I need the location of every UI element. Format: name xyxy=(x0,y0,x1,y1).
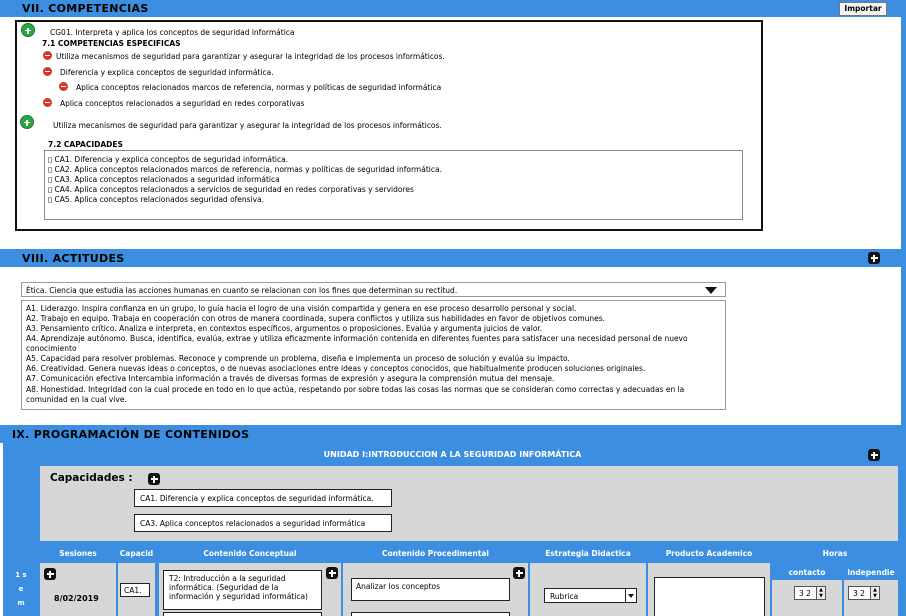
col-estrategia: Estrategia Didactica xyxy=(530,547,646,561)
capacidad-chip-text: CA3. Aplica conceptos relacionados a seg… xyxy=(140,519,366,528)
col-contacto: contacto xyxy=(772,566,842,580)
chevron-down-icon[interactable] xyxy=(705,287,717,294)
remove-item-icon[interactable] xyxy=(43,67,52,76)
actitud-item: A1. Liderazgo. Inspira confianza en un g… xyxy=(26,304,577,313)
semana-label: 1 s e m xyxy=(15,571,27,607)
competencia-item: Diferencia y explica conceptos de seguri… xyxy=(60,68,274,77)
programacion-header: IX. PROGRAMACIÓN DE CONTENIDOS xyxy=(0,425,906,443)
procedimental-field[interactable]: Analizar los conceptos xyxy=(351,578,510,601)
capacidades-title: 7.2 CAPACIDADES xyxy=(48,140,123,149)
competencia-item: Aplica conceptos relacionados marcos de … xyxy=(76,83,442,92)
capacidad-item: ▯ CA5. Aplica conceptos relacionados seg… xyxy=(48,195,265,204)
add-sesion-icon[interactable] xyxy=(44,568,56,580)
right-scroll-track[interactable] xyxy=(901,17,906,616)
capacidad-chip[interactable]: CA3. Aplica conceptos relacionados a seg… xyxy=(134,514,392,532)
competencia-item: Aplica conceptos relacionados a segurida… xyxy=(60,99,305,108)
sesion-date: 8/02/2019 xyxy=(54,594,99,603)
stepper-arrows-icon[interactable]: ▲ ▼ xyxy=(816,587,825,599)
actitud-item: A8. Honestidad. Integridad con la cual p… xyxy=(26,385,685,394)
procedimental-field-next[interactable] xyxy=(351,612,510,616)
independiente-value: 3 2 xyxy=(853,589,865,598)
capacidades-label: Capacidades : xyxy=(50,472,133,484)
estrategia-value: Rubrica xyxy=(550,592,579,601)
estrategia-select[interactable]: Rubrica xyxy=(544,588,637,603)
add-conceptual-icon[interactable] xyxy=(326,567,338,579)
dropdown-arrow-icon[interactable] xyxy=(625,589,636,602)
conceptual-text: T2: Introducción a la seguridad informát… xyxy=(169,574,308,601)
add-competencia-icon[interactable] xyxy=(21,23,35,37)
competencias-title: VII. COMPETENCIAS xyxy=(22,2,149,15)
capacidad-item: ▯ CA4. Aplica conceptos relacionados a s… xyxy=(48,185,414,194)
capacidad-item: ▯ CA3. Aplica conceptos relacionados a s… xyxy=(48,175,280,184)
remove-item-icon[interactable] xyxy=(43,51,52,60)
stepper-arrows-icon[interactable]: ▲ ▼ xyxy=(870,587,879,599)
competencia-general: CG01. Interpreta y aplica los conceptos … xyxy=(50,28,295,36)
procedimental-text: Analizar los conceptos xyxy=(356,582,441,591)
add-unidad-icon[interactable] xyxy=(868,449,880,461)
col-sesiones: Sesiones xyxy=(40,547,116,561)
unidad-header: UNIDAD I:INTRODUCCION A LA SEGURIDAD INF… xyxy=(7,447,898,464)
actitud-item: A5. Capacidad para resolver problemas. R… xyxy=(26,354,570,363)
contacto-stepper[interactable]: 3 2 ▲ ▼ xyxy=(794,586,826,600)
capacidad-item: ▯ CA1. Diferencia y explica conceptos de… xyxy=(48,155,289,164)
remove-item-icon[interactable] xyxy=(59,82,68,91)
conceptual-field[interactable]: T2: Introducción a la seguridad informát… xyxy=(163,570,322,610)
independiente-stepper[interactable]: 3 2 ▲ ▼ xyxy=(848,586,880,600)
competencia-item: Utiliza mecanismos de seguridad para gar… xyxy=(53,121,442,130)
capacidad-chip[interactable]: CA1. Diferencia y explica conceptos de s… xyxy=(134,489,392,507)
capacidades-list[interactable]: ▯ CA1. Diferencia y explica conceptos de… xyxy=(44,150,743,220)
actitud-item: A6. Creatividad. Genera nuevas ideas o c… xyxy=(26,364,646,373)
col-capacidad: Capacid xyxy=(118,547,155,561)
col-procedimental: Contenido Procedimental xyxy=(343,547,528,561)
col-conceptual: Contenido Conceptual xyxy=(159,547,341,561)
remove-item-icon[interactable] xyxy=(43,98,52,107)
capacidad-chip-text: CA1. Diferencia y explica conceptos de s… xyxy=(140,494,374,503)
programacion-title: IX. PROGRAMACIÓN DE CONTENIDOS xyxy=(12,428,250,441)
actitud-item: conocimiento xyxy=(26,344,77,353)
competencias-especificas-title: 7.1 COMPETENCIAS ESPECIFICAS xyxy=(42,39,181,48)
contacto-value: 3 2 xyxy=(799,589,811,598)
cap-chip[interactable]: CA1. xyxy=(120,583,150,597)
capacidad-item: ▯ CA2. Aplica conceptos relacionados mar… xyxy=(48,165,442,174)
unidad-title: UNIDAD I:INTRODUCCION A LA SEGURIDAD INF… xyxy=(323,450,582,459)
producto-textarea[interactable] xyxy=(654,577,765,616)
actitud-item: A2. Trabajo en equipo. Trabaja en cooper… xyxy=(26,314,606,323)
actitud-item: A7. Comunicación efectiva Intercambia in… xyxy=(26,374,555,383)
import-button[interactable]: Importar xyxy=(839,2,887,16)
add-actitud-icon[interactable] xyxy=(868,252,880,264)
actitud-item: comunidad en la cual vive. xyxy=(26,395,127,404)
actitudes-list[interactable]: A1. Liderazgo. Inspira confianza en un g… xyxy=(21,300,726,410)
col-independiente: independie xyxy=(844,566,898,580)
actitud-item: A3. Pensamiento crítico. Analiza e inter… xyxy=(26,324,543,333)
col-producto: Producto Academico xyxy=(648,547,770,561)
col-horas: Horas xyxy=(772,547,898,561)
actitud-select[interactable]: Ética. Ciencia que estudia las acciones … xyxy=(21,282,726,297)
actitudes-header: VIII. ACTITUDES xyxy=(0,249,906,267)
cap-chip-text: CA1. xyxy=(124,586,142,595)
add-competencia-icon[interactable] xyxy=(20,115,34,129)
competencia-item: Utiliza mecanismos de seguridad para gar… xyxy=(56,52,445,61)
competencias-header: VII. COMPETENCIAS xyxy=(0,0,906,17)
actitudes-title: VIII. ACTITUDES xyxy=(22,252,125,265)
add-procedimental-icon[interactable] xyxy=(513,567,525,579)
actitud-select-value: Ética. Ciencia que estudia las acciones … xyxy=(26,286,458,295)
conceptual-field-next[interactable] xyxy=(163,612,322,616)
add-capacidad-icon[interactable] xyxy=(148,473,160,485)
actitud-item: A4. Aprendizaje autónomo. Busca, identif… xyxy=(26,334,688,343)
